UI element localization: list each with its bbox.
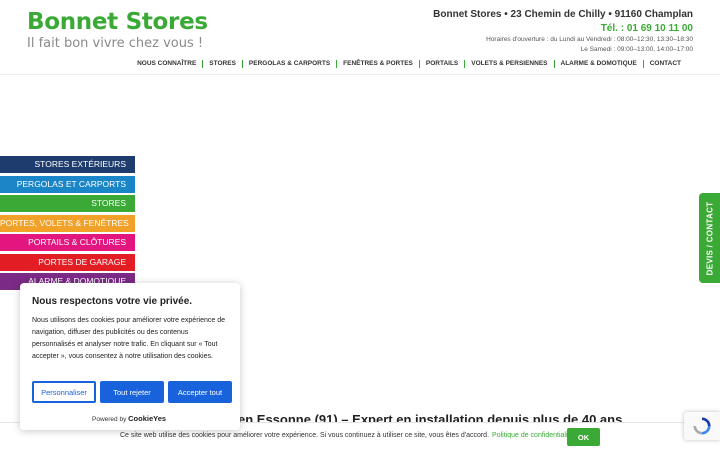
main-nav: Nous connaître Stores Pergolas & Carport… (131, 59, 687, 69)
nav-item-nous-connaitre[interactable]: Nous connaître (131, 59, 202, 69)
recaptcha-icon (693, 417, 711, 435)
nav-item-alarme[interactable]: Alarme & Domotique (555, 59, 643, 69)
hours-weekday: Horaires d'ouverture : du Lundi au Vendr… (486, 36, 693, 43)
powered-by: Powered by CookieYes (92, 414, 166, 423)
category-stores[interactable]: Stores (0, 195, 135, 212)
cookie-modal-text: Nous utilisons des cookies pour améliore… (32, 317, 225, 360)
cookie-bar-text: Ce site web utilise des cookies pour amé… (120, 432, 490, 439)
header-address: Bonnet Stores • 23 Chemin de Chilly • 91… (433, 9, 693, 20)
nav-item-fenetres[interactable]: Fenêtres & Portes (337, 59, 419, 69)
devis-contact-label: DEVIS / CONTACT (705, 201, 714, 275)
category-pergolas-carports[interactable]: Pergolas et carports (0, 175, 135, 193)
customize-button[interactable]: Personnaliser (32, 381, 96, 403)
hours-saturday: Le Samedi : 09:00–13:00, 14:00–17:00 (580, 46, 693, 53)
recaptcha-badge[interactable] (684, 412, 720, 440)
header-divider (0, 74, 720, 75)
cookie-consent-modal: Nous respectons votre vie privée. Nous u… (20, 283, 240, 430)
nav-item-contact[interactable]: Contact (644, 59, 687, 69)
nav-item-stores[interactable]: Stores (203, 59, 242, 69)
header-contact: Bonnet Stores • 23 Chemin de Chilly • 91… (433, 8, 693, 55)
privacy-policy-link[interactable]: Politique de confidentialité (492, 432, 573, 439)
cookie-modal-title: Nous respectons votre vie privée. (32, 296, 193, 307)
category-portes-volets-fenetres[interactable]: Portes, volets & fenêtres (0, 214, 135, 232)
cookieyes-logo[interactable]: CookieYes (128, 414, 166, 423)
category-stores-exterieurs[interactable]: Stores extérieurs (0, 156, 135, 173)
accept-all-button[interactable]: Accepter tout (168, 381, 232, 403)
powered-by-label: Powered by (92, 416, 127, 423)
category-portes-garage[interactable]: Portes de garage (0, 253, 135, 271)
nav-item-portails[interactable]: Portails (420, 59, 464, 69)
cookie-ok-button[interactable]: OK (567, 428, 600, 446)
site-logo[interactable]: Bonnet Stores Il fait bon vivre chez vou… (27, 9, 208, 52)
category-menu: Stores extérieurs Pergolas et carports S… (0, 156, 135, 293)
cookie-modal-buttons: Personnaliser Tout rejeter Accepter tout (32, 381, 232, 403)
cookie-bar-text-wrap: Ce site web utilise des cookies pour amé… (120, 432, 573, 439)
devis-contact-tab[interactable]: DEVIS / CONTACT (699, 193, 720, 283)
reject-all-button[interactable]: Tout rejeter (100, 381, 164, 403)
category-portails-clotures[interactable]: Portails & Clôtures (0, 234, 135, 251)
header-phone[interactable]: Tél. : 01 69 10 11 00 (433, 22, 693, 35)
logo-tagline: Il fait bon vivre chez vous ! (27, 36, 204, 51)
nav-item-pergolas[interactable]: Pergolas & Carports (243, 59, 336, 69)
page: Bonnet Stores Il fait bon vivre chez vou… (0, 0, 720, 450)
logo-name: Bonnet Stores (27, 9, 208, 35)
nav-item-volets[interactable]: Volets & Persiennes (465, 59, 553, 69)
